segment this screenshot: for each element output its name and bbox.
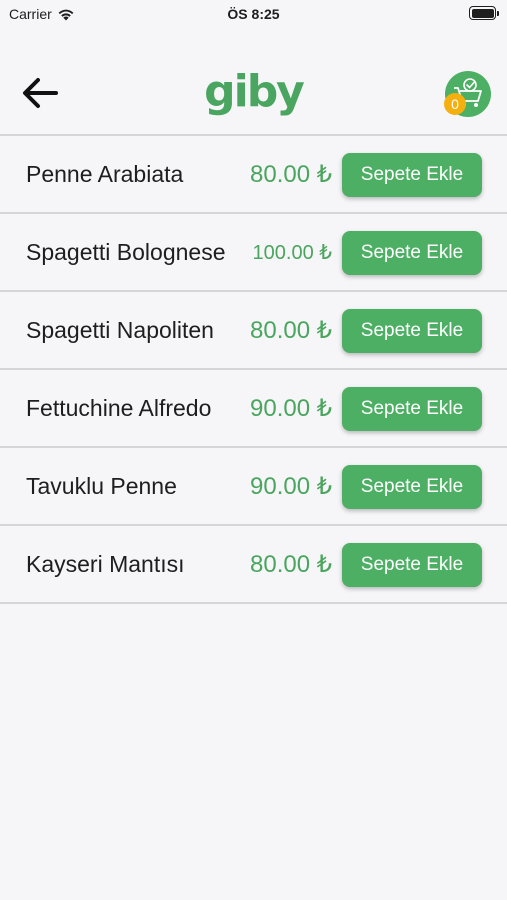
logo: giby (0, 66, 507, 117)
list-item: Kayseri Mantısı 80.00 ₺ Sepete Ekle (0, 526, 507, 602)
app-header: giby (0, 60, 507, 132)
list-item: Tavuklu Penne 90.00 ₺ Sepete Ekle (0, 448, 507, 524)
product-list: Penne Arabiata 80.00 ₺ Sepete Ekle Spage… (0, 134, 507, 604)
list-item: Penne Arabiata 80.00 ₺ Sepete Ekle (0, 136, 507, 212)
product-price: 100.00 ₺ (252, 241, 332, 264)
add-to-cart-button[interactable]: Sepete Ekle (342, 231, 482, 275)
product-name: Spagetti Bolognese (26, 238, 226, 265)
product-price: 80.00 ₺ (250, 316, 332, 344)
add-to-cart-button[interactable]: Sepete Ekle (342, 153, 482, 197)
add-to-cart-button[interactable]: Sepete Ekle (342, 465, 482, 509)
product-price: 90.00 ₺ (250, 394, 332, 422)
add-to-cart-button[interactable]: Sepete Ekle (342, 543, 482, 587)
product-name: Fettuchine Alfredo (26, 394, 212, 421)
add-to-cart-button[interactable]: Sepete Ekle (342, 309, 482, 353)
logo-text: giby (204, 66, 305, 117)
battery-icon (469, 6, 499, 20)
product-name: Tavuklu Penne (26, 472, 177, 499)
add-to-cart-button[interactable]: Sepete Ekle (342, 387, 482, 431)
list-item: Spagetti Napoliten 80.00 ₺ Sepete Ekle (0, 292, 507, 368)
divider (0, 602, 507, 604)
status-time: ÖS 8:25 (227, 6, 280, 22)
product-name: Spagetti Napoliten (26, 316, 214, 343)
product-price: 80.00 ₺ (250, 550, 332, 578)
product-price: 90.00 ₺ (250, 472, 332, 500)
product-name: Penne Arabiata (26, 160, 184, 187)
status-bar: Carrier ÖS 8:25 (0, 0, 507, 28)
product-price: 80.00 ₺ (250, 160, 332, 188)
cart-count-badge: 0 (444, 93, 466, 115)
list-item: Spagetti Bolognese 100.00 ₺ Sepete Ekle (0, 214, 507, 290)
product-name: Kayseri Mantısı (26, 550, 185, 577)
list-item: Fettuchine Alfredo 90.00 ₺ Sepete Ekle (0, 370, 507, 446)
